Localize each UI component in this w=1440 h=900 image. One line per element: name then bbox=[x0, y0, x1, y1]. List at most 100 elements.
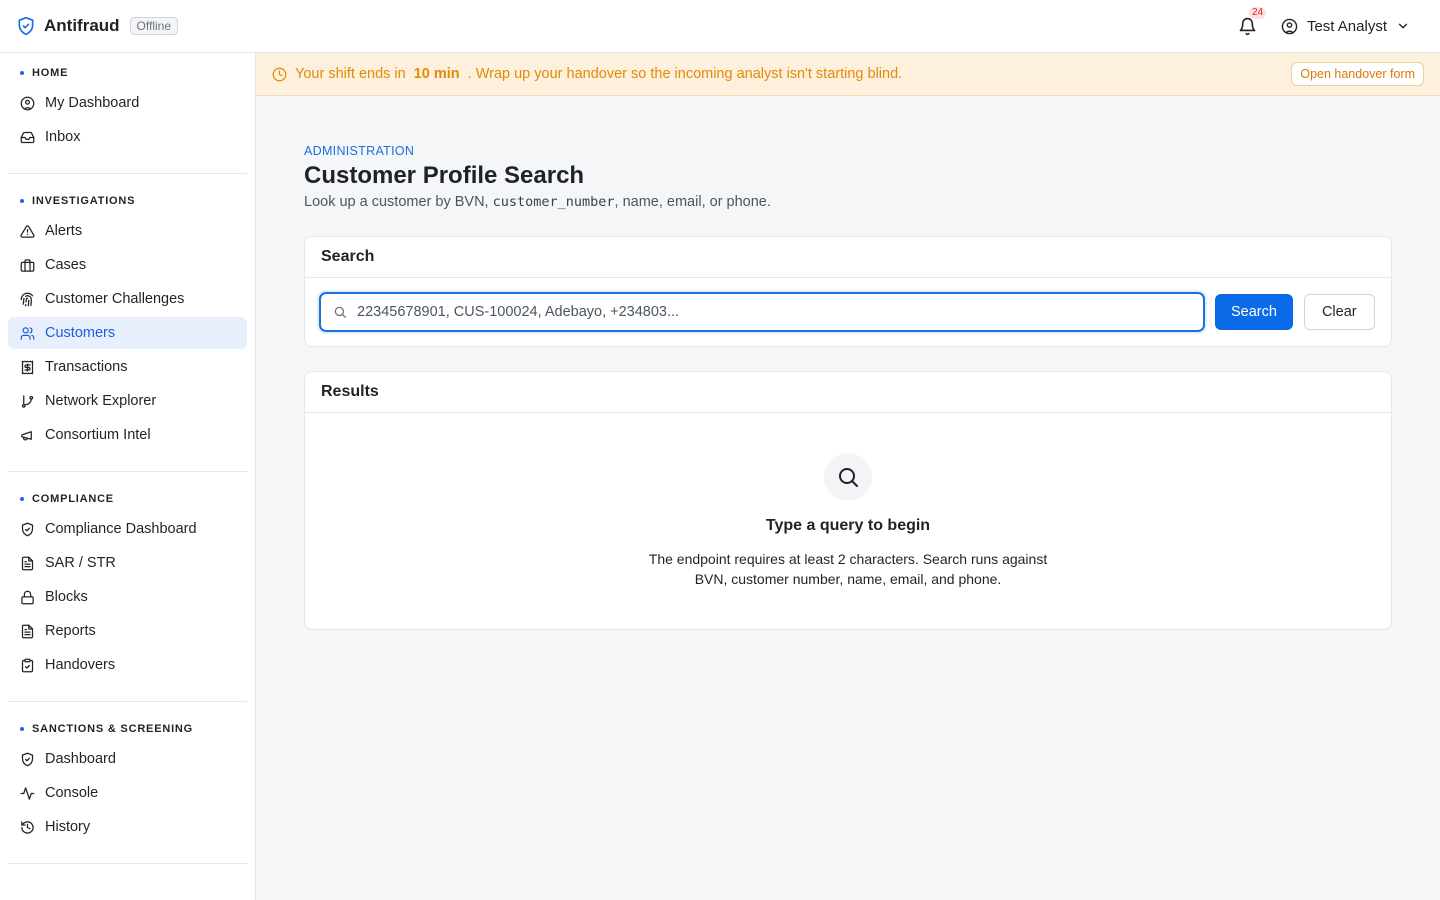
fingerprint-icon bbox=[20, 292, 35, 307]
notification-count-badge: 24 bbox=[1248, 7, 1267, 19]
sidebar-section: COMPLIANCE Compliance Dashboard SAR / STR B… bbox=[8, 487, 247, 702]
sidebar-section: SANCTIONS & SCREENING Dashboard Console His… bbox=[8, 717, 247, 864]
empty-state-title: Type a query to begin bbox=[765, 517, 931, 534]
sidebar-section-label: INVESTIGATIONS bbox=[32, 195, 136, 207]
sidebar-item-dashboard[interactable]: Dashboard bbox=[8, 743, 247, 775]
briefcase-icon bbox=[20, 258, 35, 273]
receipt-icon bbox=[20, 360, 35, 375]
main-content: ADMINISTRATION Customer Profile Search L… bbox=[304, 96, 1392, 630]
sidebar-section-label: HOME bbox=[32, 67, 69, 79]
search-field[interactable] bbox=[319, 292, 1205, 332]
banner-time: 10 min bbox=[413, 66, 460, 82]
user-name: Test Analyst bbox=[1306, 17, 1387, 35]
sidebar-item-consortium-intel[interactable]: Consortium Intel bbox=[8, 419, 247, 451]
sidebar-item-label: History bbox=[45, 819, 91, 835]
sidebar-item-transactions[interactable]: Transactions bbox=[8, 351, 247, 383]
sidebar-item-label: SAR / STR bbox=[45, 555, 116, 571]
search-input[interactable] bbox=[357, 304, 1191, 320]
file-text-icon bbox=[20, 556, 35, 571]
sidebar-item-cases[interactable]: Cases bbox=[8, 249, 247, 281]
subtitle-before: Look up a customer by BVN, bbox=[304, 194, 489, 210]
subtitle-after: , name, email, or phone. bbox=[614, 194, 771, 210]
user-circle-icon bbox=[20, 96, 35, 111]
sidebar-section-title: HOME bbox=[8, 61, 247, 87]
search-card: Search Search Clear bbox=[304, 236, 1392, 347]
sidebar-item-customer-challenges[interactable]: Customer Challenges bbox=[8, 283, 247, 315]
sidebar-section-title: SANCTIONS & SCREENING bbox=[8, 717, 247, 743]
shift-banner: Your shift ends in 10 min . Wrap up your… bbox=[256, 53, 1440, 96]
sidebar-item-blocks[interactable]: Blocks bbox=[8, 581, 247, 613]
sidebar-item-inbox[interactable]: Inbox bbox=[8, 121, 247, 153]
banner-suffix: . Wrap up your handover so the incoming … bbox=[467, 66, 903, 82]
shield-check-icon bbox=[20, 752, 35, 767]
page-subtitle: Look up a customer by BVN, customer_numb… bbox=[304, 194, 1392, 210]
sidebar-item-compliance-dashboard[interactable]: Compliance Dashboard bbox=[8, 513, 247, 545]
clock-icon bbox=[272, 67, 287, 82]
section-dot bbox=[20, 71, 24, 75]
notifications-button[interactable]: 24 bbox=[1237, 7, 1267, 37]
users-icon bbox=[20, 326, 35, 341]
sidebar-item-label: Cases bbox=[45, 257, 87, 273]
top-bar: Antifraud Offline 24 Test Analyst bbox=[0, 0, 1440, 53]
alert-triangle-icon bbox=[20, 224, 35, 239]
banner-prefix: Your shift ends in bbox=[295, 66, 406, 82]
status-badge: Offline bbox=[129, 17, 179, 35]
sidebar-item-customers[interactable]: Customers bbox=[8, 317, 247, 349]
sidebar-item-console[interactable]: Console bbox=[8, 777, 247, 809]
sidebar-item-label: Network Explorer bbox=[45, 393, 157, 409]
file-text-icon bbox=[20, 624, 35, 639]
sidebar-item-label: Transactions bbox=[45, 359, 128, 375]
sidebar-item-my-dashboard[interactable]: My Dashboard bbox=[8, 87, 247, 119]
sidebar-item-reports[interactable]: Reports bbox=[8, 615, 247, 647]
sidebar-item-sar-str[interactable]: SAR / STR bbox=[8, 547, 247, 579]
sidebar-item-label: My Dashboard bbox=[45, 95, 140, 111]
sidebar-item-label: Alerts bbox=[45, 223, 83, 239]
sidebar-item-label: Customers bbox=[45, 325, 116, 341]
history-icon bbox=[20, 820, 35, 835]
page-eyebrow: ADMINISTRATION bbox=[304, 144, 415, 158]
search-icon bbox=[333, 305, 347, 319]
sidebar-item-label: Consortium Intel bbox=[45, 427, 151, 443]
app-name: Antifraud bbox=[44, 16, 120, 35]
section-dot bbox=[20, 497, 24, 501]
empty-state: Type a query to begin The endpoint requi… bbox=[305, 413, 1391, 589]
results-card-title: Results bbox=[305, 372, 1391, 413]
chevron-down-icon bbox=[1396, 19, 1410, 33]
sidebar-section-label: COMPLIANCE bbox=[32, 493, 114, 505]
sidebar-item-label: Inbox bbox=[45, 129, 81, 145]
search-icon bbox=[824, 453, 872, 501]
clear-button[interactable]: Clear bbox=[1303, 294, 1375, 330]
search-card-title: Search bbox=[305, 237, 1391, 278]
git-branch-icon bbox=[20, 394, 35, 409]
sidebar-item-history[interactable]: History bbox=[8, 811, 247, 843]
sidebar-section: INVESTIGATIONS Alerts Cases Customer Challe… bbox=[8, 189, 247, 472]
clipboard-check-icon bbox=[20, 658, 35, 673]
section-dot bbox=[20, 727, 24, 731]
sidebar-item-label: Blocks bbox=[45, 589, 88, 605]
search-button[interactable]: Search bbox=[1215, 294, 1293, 330]
sidebar-item-label: Dashboard bbox=[45, 751, 116, 767]
sidebar: HOME My Dashboard Inbox INVESTIGATIONS Alert… bbox=[0, 53, 256, 900]
shield-check-icon bbox=[20, 522, 35, 537]
sidebar-item-alerts[interactable]: Alerts bbox=[8, 215, 247, 247]
open-handover-form-button[interactable]: Open handover form bbox=[1291, 62, 1424, 86]
sidebar-item-handovers[interactable]: Handovers bbox=[8, 649, 247, 681]
results-card: Results Type a query to begin The endpoi… bbox=[304, 371, 1392, 630]
sidebar-item-label: Console bbox=[45, 785, 99, 801]
inbox-icon bbox=[20, 130, 35, 145]
user-menu[interactable]: Test Analyst bbox=[1281, 18, 1410, 35]
sidebar-section-title: COMPLIANCE bbox=[8, 487, 247, 513]
brand[interactable]: Antifraud Offline bbox=[16, 16, 179, 36]
megaphone-icon bbox=[20, 428, 35, 443]
sidebar-section: HOME My Dashboard Inbox bbox=[8, 61, 247, 174]
shield-logo-icon bbox=[16, 16, 36, 36]
sidebar-item-network-explorer[interactable]: Network Explorer bbox=[8, 385, 247, 417]
empty-state-description: The endpoint requires at least 2 charact… bbox=[648, 551, 1048, 587]
activity-icon bbox=[20, 786, 35, 801]
user-circle-icon bbox=[1281, 18, 1298, 35]
lock-icon bbox=[20, 590, 35, 605]
sidebar-item-label: Compliance Dashboard bbox=[45, 521, 197, 537]
section-dot bbox=[20, 199, 24, 203]
sidebar-item-label: Reports bbox=[45, 623, 96, 639]
subtitle-code: customer_number bbox=[492, 194, 615, 210]
